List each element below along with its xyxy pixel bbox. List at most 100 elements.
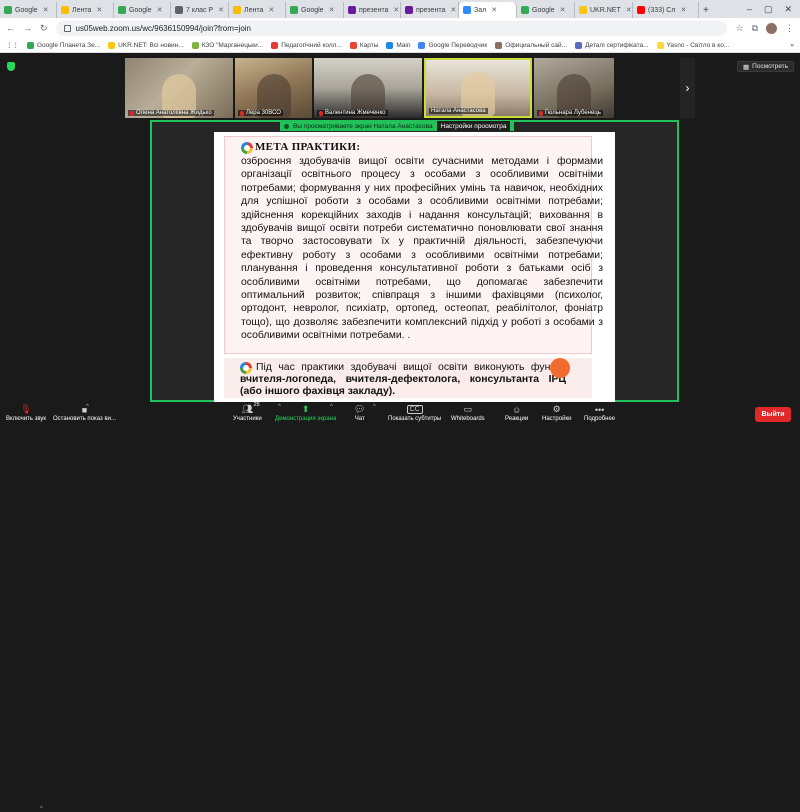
leave-button[interactable]: Выйти — [755, 407, 791, 422]
feed-icon — [61, 6, 69, 14]
profile-avatar[interactable] — [766, 22, 777, 34]
bookmark[interactable]: Официальный сай... — [495, 41, 567, 49]
close-window-icon[interactable]: ✕ — [784, 4, 792, 15]
sharing-indicator-icon — [284, 123, 289, 129]
share-screen-icon: ⬆ — [301, 404, 310, 414]
url-field[interactable]: us05web.zoom.us/wc/9636150994/join?from=… — [55, 20, 728, 36]
browser-tab[interactable]: Google ✕ — [286, 2, 344, 18]
close-icon[interactable]: ✕ — [218, 6, 224, 14]
window-controls: – ▢ ✕ — [747, 0, 800, 18]
bookmark[interactable]: Карты — [349, 41, 378, 49]
bookmark[interactable]: Google Переводчик — [418, 41, 487, 49]
whiteboards-button[interactable]: ▭ Whiteboards — [451, 403, 485, 422]
participant-tile-active-speaker[interactable]: Натала Анастасова — [424, 58, 532, 118]
browser-tab-active[interactable]: Зал ✕ — [459, 2, 517, 18]
unmute-button[interactable]: 🎙︎ Включить звук — [6, 403, 46, 422]
extensions-icon[interactable]: ⧉ — [752, 23, 758, 34]
bookmark[interactable]: Педагогічний колл... — [271, 41, 342, 49]
participant-tile[interactable]: Гюльнара Лубенець — [534, 58, 614, 118]
close-icon[interactable]: ✕ — [96, 6, 102, 14]
share-options-icon[interactable]: ^ — [330, 404, 333, 410]
participant-gallery: Олена Анатоліївна Жидько Лера 30ВСО Вале… — [125, 58, 614, 118]
close-icon[interactable]: ✕ — [157, 6, 163, 14]
bookmarks-bar: ⋮⋮ Google Планета Зе... UKR.NET: Всі нов… — [0, 38, 800, 53]
video-options-icon[interactable]: ^ — [86, 404, 89, 410]
minimize-icon[interactable]: – — [747, 4, 752, 14]
menu-icon[interactable]: ⋮ — [785, 23, 794, 34]
bookmark-icon — [386, 41, 394, 49]
share-screen-button[interactable]: ⬆ Демонстрация экрана — [275, 403, 336, 422]
captions-button[interactable]: CC Показать субтитры — [388, 403, 441, 422]
browser-tab[interactable]: презента ✕ — [344, 2, 401, 18]
close-icon[interactable]: ✕ — [43, 6, 49, 14]
close-icon[interactable]: ✕ — [268, 6, 274, 14]
participant-name: Натала Анастасова — [431, 108, 486, 114]
participant-tile[interactable]: Валентина Жмеченко — [314, 58, 422, 118]
view-options-button[interactable]: Настройки просмотра — [436, 121, 511, 131]
more-button[interactable]: ••• Подробнее — [584, 403, 615, 423]
reactions-button[interactable]: ☺ Реакции — [505, 403, 528, 423]
bookmark[interactable]: Yasno - Світло в ко... — [656, 41, 729, 49]
participants-button[interactable]: 👥︎ 25 Участники — [233, 402, 262, 422]
stop-video-button[interactable]: ■ Остановить показ ви... — [53, 403, 116, 423]
back-icon[interactable]: ← — [6, 23, 15, 33]
close-icon[interactable]: ✕ — [560, 6, 566, 14]
slide-title: МЕТА ПРАКТИКИ: — [255, 141, 361, 153]
maximize-icon[interactable]: ▢ — [764, 4, 773, 15]
bookmark[interactable]: UKR.NET: Всі новин... — [108, 41, 184, 49]
reactions-icon: ☺ — [511, 404, 522, 415]
slide-content-frame: МЕТА ПРАКТИКИ: озброєння здобувачів вищо… — [224, 136, 603, 354]
browser-tab[interactable]: UKR.NET ✕ — [575, 2, 633, 18]
close-icon[interactable]: ✕ — [329, 6, 335, 14]
browser-tab[interactable]: Google ✕ — [0, 2, 57, 18]
forward-icon[interactable]: → — [23, 23, 32, 33]
slide-footer-band: Під час практики здобувачі вищої освіти … — [224, 358, 592, 398]
share-banner: Вы просматриваете экран Натала Анастасов… — [280, 121, 515, 131]
chat-options-icon[interactable]: ^ — [373, 404, 376, 410]
star-icon[interactable]: ☆ — [735, 23, 743, 34]
participant-tile[interactable]: Лера 30ВСО — [235, 58, 312, 118]
google-icon — [4, 6, 12, 14]
slide-body-text: озброєння здобувачів вищої освіти сучасн… — [241, 156, 603, 342]
google-icon — [521, 6, 529, 14]
close-icon[interactable]: ✕ — [393, 6, 399, 14]
browser-tab[interactable]: презента ✕ — [401, 2, 459, 18]
bookmark[interactable]: Google Планета Зе... — [27, 41, 100, 49]
reload-icon[interactable]: ↻ — [40, 23, 48, 34]
participant-name: Лера 30ВСО — [246, 110, 281, 116]
close-icon[interactable]: ✕ — [491, 6, 497, 14]
browser-tab[interactable]: Лента ✕ — [229, 2, 286, 18]
close-icon[interactable]: ✕ — [626, 6, 632, 14]
security-shield-icon[interactable] — [7, 62, 15, 71]
bookmark-icon — [349, 41, 357, 49]
more-bookmarks-icon[interactable]: » — [790, 42, 794, 49]
close-icon[interactable]: ✕ — [450, 6, 456, 14]
browser-tab-strip: Google ✕ Лента ✕ Google ✕ 7 клас Р ✕ Лента ✕ … — [0, 0, 800, 18]
whiteboard-icon: ▭ — [463, 404, 473, 414]
bookmark[interactable]: Main — [386, 41, 410, 49]
view-button[interactable]: ▦ Посмотреть — [737, 61, 794, 72]
audio-options-icon[interactable]: ^ — [40, 806, 43, 812]
screen-share-view: Вы просматриваете экран Натала Анастасов… — [150, 120, 679, 402]
meeting-area: ▦ Посмотреть Олена Анатоліївна Жидько Ле… — [0, 54, 800, 402]
slide-decoration-circle — [550, 358, 570, 378]
new-tab-button[interactable]: + — [699, 2, 713, 18]
chat-button[interactable]: 💬︎ Чат — [354, 403, 365, 422]
bookmark[interactable]: Деталі сертифіката... — [575, 41, 649, 49]
browser-tab[interactable]: Лента ✕ — [57, 2, 114, 18]
participant-tile[interactable]: Олена Анатоліївна Жидько — [125, 58, 233, 118]
bookmark[interactable]: КЗО "Марганецьки... — [191, 41, 263, 49]
settings-button[interactable]: ⚙ Настройки — [542, 403, 571, 422]
google-icon — [290, 6, 298, 14]
participants-count: 25 — [253, 402, 260, 408]
browser-tab[interactable]: Google ✕ — [114, 2, 171, 18]
apps-icon[interactable]: ⋮⋮ — [6, 41, 19, 49]
participant-name: Валентина Жмеченко — [325, 110, 386, 116]
close-icon[interactable]: ✕ — [680, 6, 686, 14]
browser-tab[interactable]: 7 клас Р ✕ — [171, 2, 229, 18]
gallery-next-page-icon[interactable]: › — [680, 58, 695, 118]
browser-tab[interactable]: Google ✕ — [517, 2, 575, 18]
google-icon — [118, 6, 126, 14]
browser-tab[interactable]: (333) Сл ✕ — [633, 2, 699, 18]
mic-muted-icon: 🎙︎ — [20, 404, 32, 414]
